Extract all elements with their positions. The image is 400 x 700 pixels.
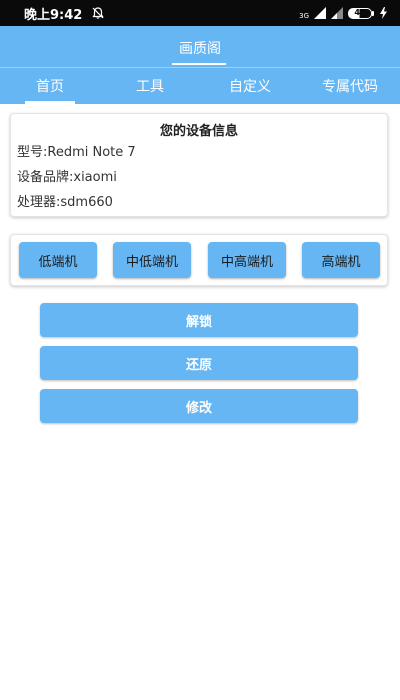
signal-icon	[314, 7, 326, 19]
status-bar: 晚上9:42 3G 47	[0, 0, 400, 26]
app-title: 画质阁	[179, 41, 221, 57]
restore-button[interactable]: 还原	[40, 346, 358, 380]
device-processor: 处理器:sdm660	[17, 195, 113, 210]
signal-icon-secondary	[331, 7, 343, 19]
app-header: 画质阁 首页 工具 自定义 专属代码	[0, 26, 400, 104]
device-model: 型号:Redmi Note 7	[17, 145, 136, 160]
tab-bar: 首页 工具 自定义 专属代码	[0, 68, 400, 104]
status-indicators: 3G 47	[299, 6, 388, 20]
battery-icon: 47	[348, 7, 374, 19]
alarm-off-icon	[90, 5, 106, 21]
device-tier-card: 低端机 中低端机 中高端机 高端机	[10, 234, 388, 286]
mid-low-end-button[interactable]: 中低端机	[113, 242, 191, 278]
status-time: 晚上9:42	[24, 7, 83, 23]
title-underline	[172, 63, 226, 65]
battery-tip	[372, 10, 374, 16]
device-info-card: 您的设备信息 型号:Redmi Note 7 设备品牌:xiaomi 处理器:s…	[10, 113, 388, 217]
device-brand: 设备品牌:xiaomi	[17, 170, 117, 185]
mid-high-end-button[interactable]: 中高端机	[208, 242, 286, 278]
tab-home[interactable]: 首页	[0, 68, 100, 104]
unlock-button[interactable]: 解锁	[40, 303, 358, 337]
device-info-title: 您的设备信息	[159, 124, 238, 139]
modify-button[interactable]: 修改	[40, 389, 358, 423]
tab-custom[interactable]: 自定义	[200, 68, 300, 104]
network-type: 3G	[299, 12, 309, 20]
battery-level: 47	[348, 7, 372, 19]
high-end-button[interactable]: 高端机	[302, 242, 380, 278]
tab-tools[interactable]: 工具	[100, 68, 200, 104]
tab-exclusive-code[interactable]: 专属代码	[300, 68, 400, 104]
charging-icon	[379, 7, 388, 19]
low-end-button[interactable]: 低端机	[19, 242, 97, 278]
